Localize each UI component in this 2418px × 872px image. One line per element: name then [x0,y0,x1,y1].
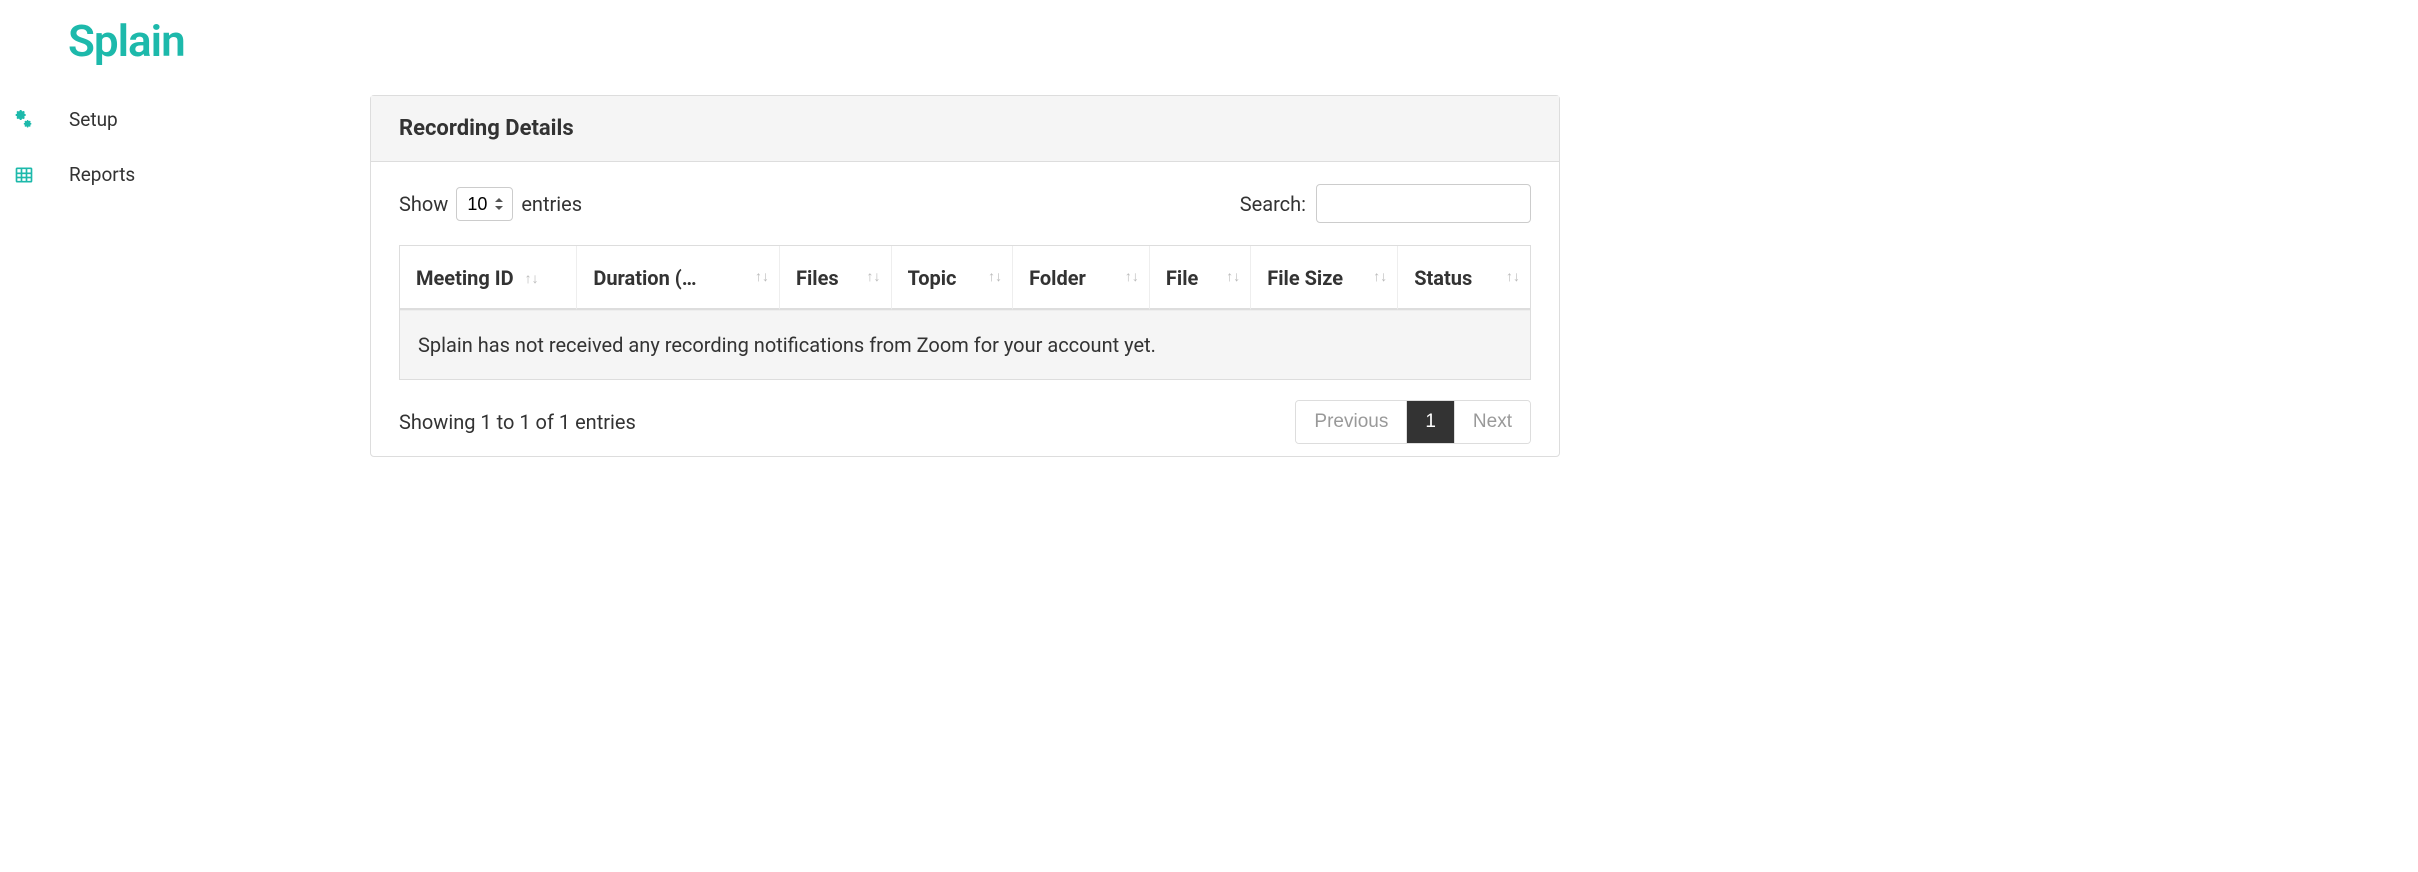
sidebar: Splain Setup [0,0,370,872]
sidebar-item-label: Reports [69,163,135,186]
recording-details-panel: Recording Details Show 10 entries Search… [370,95,1560,457]
sidebar-item-setup[interactable]: Setup [0,92,370,147]
search-input[interactable] [1316,184,1531,223]
sidebar-nav: Setup Reports [0,87,370,202]
length-label-prefix: Show [399,192,448,216]
table-footer: Showing 1 to 1 of 1 entries Previous 1 N… [399,400,1531,444]
main-content: Recording Details Show 10 entries Search… [370,0,2418,872]
search-label: Search: [1240,192,1306,216]
brand-logo: Splain [0,0,370,87]
pagination: Previous 1 Next [1295,400,1531,444]
column-header-file[interactable]: File ↑↓ [1150,246,1251,310]
column-header-topic[interactable]: Topic ↑↓ [892,246,1014,310]
panel-body: Show 10 entries Search: [371,162,1559,456]
gears-icon [14,110,34,130]
sort-icon: ↑↓ [1226,270,1240,284]
search-control: Search: [1240,184,1531,223]
pagination-previous[interactable]: Previous [1296,401,1407,443]
column-header-files[interactable]: Files ↑↓ [780,246,891,310]
sidebar-item-reports[interactable]: Reports [0,147,370,202]
sort-icon: ↑↓ [867,270,881,284]
empty-state-message: Splain has not received any recording no… [400,310,1530,379]
sort-icon: ↑↓ [525,270,539,287]
column-header-duration[interactable]: Duration (… ↑↓ [577,246,780,310]
sort-icon: ↑↓ [755,270,769,284]
sidebar-item-label: Setup [69,108,118,131]
table-info: Showing 1 to 1 of 1 entries [399,410,636,434]
table-icon [14,165,34,185]
sort-icon: ↑↓ [1125,270,1139,284]
pagination-page-1[interactable]: 1 [1407,401,1455,443]
sort-icon: ↑↓ [1373,270,1387,284]
column-header-status[interactable]: Status ↑↓ [1398,246,1530,310]
table-row: Splain has not received any recording no… [400,310,1530,379]
panel-title: Recording Details [371,96,1559,162]
length-control: Show 10 entries [399,187,582,221]
length-select[interactable]: 10 [456,187,513,221]
app-root: Splain Setup [0,0,2418,872]
sort-icon: ↑↓ [988,270,1002,284]
pagination-next[interactable]: Next [1455,401,1530,443]
column-header-file-size[interactable]: File Size ↑↓ [1251,246,1398,310]
column-header-folder[interactable]: Folder ↑↓ [1013,246,1150,310]
column-header-meeting-id[interactable]: Meeting ID ↑↓ [400,246,577,310]
length-label-suffix: entries [521,192,582,216]
table-controls: Show 10 entries Search: [399,184,1531,223]
sort-icon: ↑↓ [1506,270,1520,284]
recordings-table: Meeting ID ↑↓ Duration (… ↑↓ Files ↑↓ [399,245,1531,380]
